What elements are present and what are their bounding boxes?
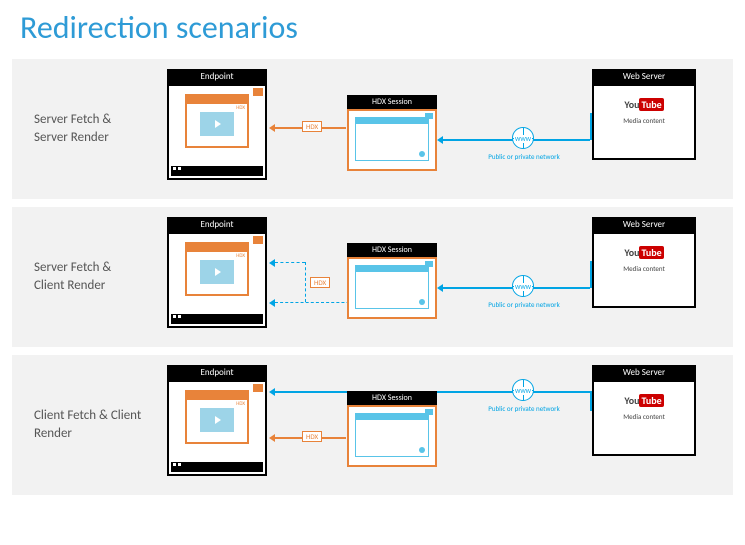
endpoint-header: Endpoint xyxy=(167,365,267,380)
hdx-badge: HDX xyxy=(302,121,322,132)
network-label: Public or private network xyxy=(484,301,564,309)
browser-window-icon: HDX xyxy=(185,94,249,148)
media-content-label: Media content xyxy=(598,117,690,125)
endpoint-header: Endpoint xyxy=(167,217,267,232)
hdx-session-box: HDX Session xyxy=(347,243,437,319)
globe-icon: WWW xyxy=(512,275,534,297)
web-server-box: Web Server YouTube Media content xyxy=(592,217,696,308)
scenario-label: Server Fetch & Server Render xyxy=(34,111,144,146)
dashed-arrowhead xyxy=(269,259,275,267)
hdx-session-header: HDX Session xyxy=(347,391,437,405)
scenario-server-fetch-server-render: Server Fetch & Server Render Endpoint HD… xyxy=(12,59,733,199)
video-thumbnail-icon xyxy=(200,112,234,136)
hdx-session-box: HDX Session xyxy=(347,95,437,171)
endpoint-header: Endpoint xyxy=(167,69,267,84)
video-thumbnail-icon xyxy=(200,260,234,284)
dashed-line-top xyxy=(275,262,305,263)
video-thumbnail-icon xyxy=(200,408,234,432)
media-content-label: Media content xyxy=(598,413,690,421)
globe-icon: WWW xyxy=(512,127,534,149)
endpoint-box: Endpoint HDX xyxy=(167,365,267,476)
scenario-server-fetch-client-render: Server Fetch & Client Render Endpoint HD… xyxy=(12,207,733,347)
web-server-header: Web Server xyxy=(592,217,696,232)
youtube-logo-icon: YouTube xyxy=(624,390,663,409)
browser-window-icon: HDX xyxy=(185,242,249,296)
browser-window-icon: HDX xyxy=(185,390,249,444)
endpoint-box: Endpoint HDX xyxy=(167,69,267,180)
hdx-badge: HDX xyxy=(310,277,330,288)
web-server-box: Web Server YouTube Media content xyxy=(592,365,696,456)
network-label: Public or private network xyxy=(484,153,564,161)
globe-icon: WWW xyxy=(512,379,534,401)
hdx-session-header: HDX Session xyxy=(347,243,437,257)
hdx-badge: HDX xyxy=(302,431,322,442)
endpoint-box: Endpoint HDX xyxy=(167,217,267,328)
scenario-label: Server Fetch & Client Render xyxy=(34,259,144,294)
hdx-session-box: HDX Session xyxy=(347,391,437,467)
web-server-box: Web Server YouTube Media content xyxy=(592,69,696,160)
youtube-logo-icon: YouTube xyxy=(624,94,663,113)
youtube-logo-icon: YouTube xyxy=(624,242,663,261)
scenario-label: Client Fetch & Client Render xyxy=(34,407,144,442)
media-content-label: Media content xyxy=(598,265,690,273)
page-title: Redirection scenarios xyxy=(0,0,745,51)
web-server-header: Web Server xyxy=(592,69,696,84)
web-server-header: Web Server xyxy=(592,365,696,380)
hdx-session-header: HDX Session xyxy=(347,95,437,109)
scenario-client-fetch-client-render: Client Fetch & Client Render Endpoint HD… xyxy=(12,355,733,495)
network-label: Public or private network xyxy=(484,405,564,413)
